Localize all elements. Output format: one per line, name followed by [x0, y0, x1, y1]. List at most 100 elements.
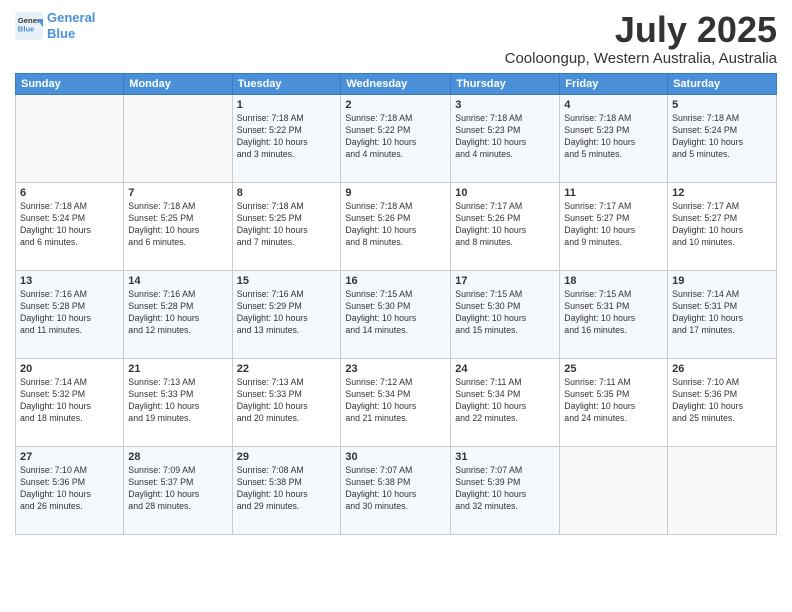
day-detail: Sunrise: 7:18 AM Sunset: 5:25 PM Dayligh… — [237, 201, 337, 249]
day-number: 7 — [128, 186, 227, 201]
day-detail: Sunrise: 7:18 AM Sunset: 5:24 PM Dayligh… — [672, 113, 772, 161]
calendar-cell: 18Sunrise: 7:15 AM Sunset: 5:31 PM Dayli… — [560, 270, 668, 358]
calendar-cell: 23Sunrise: 7:12 AM Sunset: 5:34 PM Dayli… — [341, 358, 451, 446]
calendar-cell: 15Sunrise: 7:16 AM Sunset: 5:29 PM Dayli… — [232, 270, 341, 358]
header: General Blue GeneralBlue July 2025 Coolo… — [15, 10, 777, 67]
calendar-cell: 5Sunrise: 7:18 AM Sunset: 5:24 PM Daylig… — [668, 94, 777, 182]
day-detail: Sunrise: 7:13 AM Sunset: 5:33 PM Dayligh… — [237, 377, 337, 425]
calendar-cell: 25Sunrise: 7:11 AM Sunset: 5:35 PM Dayli… — [560, 358, 668, 446]
calendar-cell: 8Sunrise: 7:18 AM Sunset: 5:25 PM Daylig… — [232, 182, 341, 270]
day-detail: Sunrise: 7:09 AM Sunset: 5:37 PM Dayligh… — [128, 465, 227, 513]
day-detail: Sunrise: 7:18 AM Sunset: 5:23 PM Dayligh… — [455, 113, 555, 161]
calendar-cell — [16, 94, 124, 182]
day-detail: Sunrise: 7:18 AM Sunset: 5:23 PM Dayligh… — [564, 113, 663, 161]
day-detail: Sunrise: 7:11 AM Sunset: 5:35 PM Dayligh… — [564, 377, 663, 425]
day-number: 31 — [455, 450, 555, 465]
day-detail: Sunrise: 7:15 AM Sunset: 5:30 PM Dayligh… — [455, 289, 555, 337]
day-detail: Sunrise: 7:07 AM Sunset: 5:38 PM Dayligh… — [345, 465, 446, 513]
calendar-week-row: 6Sunrise: 7:18 AM Sunset: 5:24 PM Daylig… — [16, 182, 777, 270]
day-detail: Sunrise: 7:16 AM Sunset: 5:28 PM Dayligh… — [20, 289, 119, 337]
day-detail: Sunrise: 7:14 AM Sunset: 5:32 PM Dayligh… — [20, 377, 119, 425]
calendar-cell: 7Sunrise: 7:18 AM Sunset: 5:25 PM Daylig… — [124, 182, 232, 270]
day-detail: Sunrise: 7:18 AM Sunset: 5:25 PM Dayligh… — [128, 201, 227, 249]
calendar-cell — [560, 446, 668, 534]
day-detail: Sunrise: 7:15 AM Sunset: 5:30 PM Dayligh… — [345, 289, 446, 337]
day-number: 22 — [237, 362, 337, 377]
day-number: 25 — [564, 362, 663, 377]
day-number: 1 — [237, 98, 337, 113]
day-number: 2 — [345, 98, 446, 113]
day-number: 24 — [455, 362, 555, 377]
day-number: 20 — [20, 362, 119, 377]
calendar-day-header: Friday — [560, 73, 668, 94]
calendar-cell: 26Sunrise: 7:10 AM Sunset: 5:36 PM Dayli… — [668, 358, 777, 446]
day-detail: Sunrise: 7:17 AM Sunset: 5:26 PM Dayligh… — [455, 201, 555, 249]
day-number: 27 — [20, 450, 119, 465]
day-number: 30 — [345, 450, 446, 465]
day-detail: Sunrise: 7:07 AM Sunset: 5:39 PM Dayligh… — [455, 465, 555, 513]
day-detail: Sunrise: 7:16 AM Sunset: 5:28 PM Dayligh… — [128, 289, 227, 337]
day-number: 12 — [672, 186, 772, 201]
day-number: 13 — [20, 274, 119, 289]
calendar-cell: 24Sunrise: 7:11 AM Sunset: 5:34 PM Dayli… — [451, 358, 560, 446]
calendar-week-row: 13Sunrise: 7:16 AM Sunset: 5:28 PM Dayli… — [16, 270, 777, 358]
calendar-cell: 31Sunrise: 7:07 AM Sunset: 5:39 PM Dayli… — [451, 446, 560, 534]
logo-icon: General Blue — [15, 12, 43, 40]
day-number: 9 — [345, 186, 446, 201]
day-detail: Sunrise: 7:14 AM Sunset: 5:31 PM Dayligh… — [672, 289, 772, 337]
calendar-day-header: Tuesday — [232, 73, 341, 94]
calendar-cell: 1Sunrise: 7:18 AM Sunset: 5:22 PM Daylig… — [232, 94, 341, 182]
day-number: 11 — [564, 186, 663, 201]
title-block: July 2025 Cooloongup, Western Australia,… — [505, 10, 777, 67]
day-detail: Sunrise: 7:08 AM Sunset: 5:38 PM Dayligh… — [237, 465, 337, 513]
calendar-cell: 16Sunrise: 7:15 AM Sunset: 5:30 PM Dayli… — [341, 270, 451, 358]
day-detail: Sunrise: 7:10 AM Sunset: 5:36 PM Dayligh… — [20, 465, 119, 513]
calendar-cell: 9Sunrise: 7:18 AM Sunset: 5:26 PM Daylig… — [341, 182, 451, 270]
calendar-week-row: 1Sunrise: 7:18 AM Sunset: 5:22 PM Daylig… — [16, 94, 777, 182]
calendar-cell: 19Sunrise: 7:14 AM Sunset: 5:31 PM Dayli… — [668, 270, 777, 358]
day-number: 18 — [564, 274, 663, 289]
day-detail: Sunrise: 7:16 AM Sunset: 5:29 PM Dayligh… — [237, 289, 337, 337]
day-number: 6 — [20, 186, 119, 201]
day-number: 15 — [237, 274, 337, 289]
day-number: 21 — [128, 362, 227, 377]
day-number: 8 — [237, 186, 337, 201]
calendar-cell: 17Sunrise: 7:15 AM Sunset: 5:30 PM Dayli… — [451, 270, 560, 358]
calendar-cell: 11Sunrise: 7:17 AM Sunset: 5:27 PM Dayli… — [560, 182, 668, 270]
day-detail: Sunrise: 7:18 AM Sunset: 5:26 PM Dayligh… — [345, 201, 446, 249]
calendar-cell: 2Sunrise: 7:18 AM Sunset: 5:22 PM Daylig… — [341, 94, 451, 182]
day-detail: Sunrise: 7:13 AM Sunset: 5:33 PM Dayligh… — [128, 377, 227, 425]
day-number: 26 — [672, 362, 772, 377]
calendar-cell: 4Sunrise: 7:18 AM Sunset: 5:23 PM Daylig… — [560, 94, 668, 182]
calendar-cell: 30Sunrise: 7:07 AM Sunset: 5:38 PM Dayli… — [341, 446, 451, 534]
calendar-cell: 14Sunrise: 7:16 AM Sunset: 5:28 PM Dayli… — [124, 270, 232, 358]
calendar-cell: 10Sunrise: 7:17 AM Sunset: 5:26 PM Dayli… — [451, 182, 560, 270]
calendar-day-header: Wednesday — [341, 73, 451, 94]
day-number: 17 — [455, 274, 555, 289]
day-detail: Sunrise: 7:18 AM Sunset: 5:22 PM Dayligh… — [237, 113, 337, 161]
day-number: 4 — [564, 98, 663, 113]
logo: General Blue GeneralBlue — [15, 10, 95, 41]
day-number: 3 — [455, 98, 555, 113]
day-number: 19 — [672, 274, 772, 289]
calendar-cell: 3Sunrise: 7:18 AM Sunset: 5:23 PM Daylig… — [451, 94, 560, 182]
day-detail: Sunrise: 7:10 AM Sunset: 5:36 PM Dayligh… — [672, 377, 772, 425]
day-number: 5 — [672, 98, 772, 113]
calendar-cell: 27Sunrise: 7:10 AM Sunset: 5:36 PM Dayli… — [16, 446, 124, 534]
day-number: 14 — [128, 274, 227, 289]
logo-text: GeneralBlue — [47, 10, 95, 41]
day-detail: Sunrise: 7:12 AM Sunset: 5:34 PM Dayligh… — [345, 377, 446, 425]
calendar-table: SundayMondayTuesdayWednesdayThursdayFrid… — [15, 73, 777, 535]
day-number: 29 — [237, 450, 337, 465]
calendar-cell: 12Sunrise: 7:17 AM Sunset: 5:27 PM Dayli… — [668, 182, 777, 270]
calendar-day-header: Thursday — [451, 73, 560, 94]
day-detail: Sunrise: 7:18 AM Sunset: 5:24 PM Dayligh… — [20, 201, 119, 249]
calendar-day-header: Monday — [124, 73, 232, 94]
calendar-day-header: Saturday — [668, 73, 777, 94]
day-detail: Sunrise: 7:17 AM Sunset: 5:27 PM Dayligh… — [672, 201, 772, 249]
day-detail: Sunrise: 7:17 AM Sunset: 5:27 PM Dayligh… — [564, 201, 663, 249]
day-number: 23 — [345, 362, 446, 377]
calendar-cell: 6Sunrise: 7:18 AM Sunset: 5:24 PM Daylig… — [16, 182, 124, 270]
page: General Blue GeneralBlue July 2025 Coolo… — [0, 0, 792, 612]
day-detail: Sunrise: 7:15 AM Sunset: 5:31 PM Dayligh… — [564, 289, 663, 337]
